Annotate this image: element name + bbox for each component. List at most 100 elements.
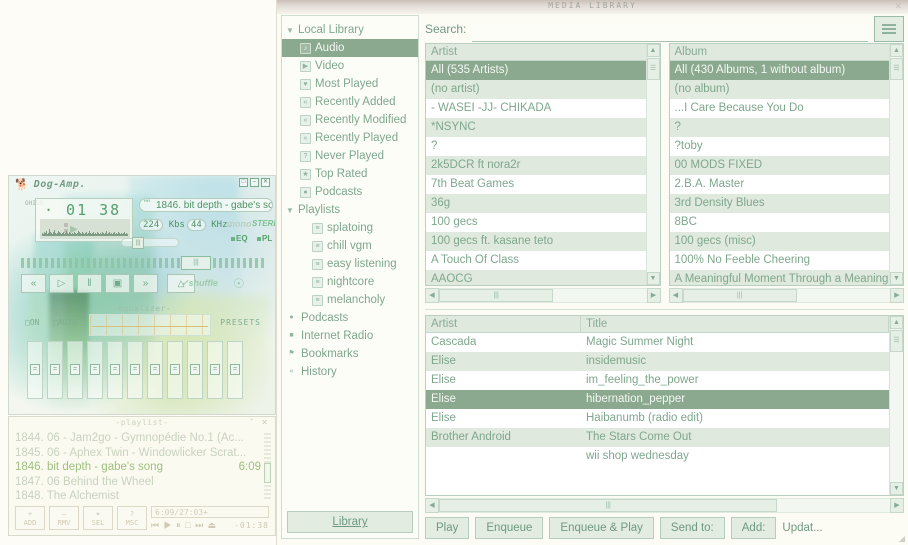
equalizer-band-10[interactable]: = xyxy=(207,341,223,399)
equalizer-band-handle[interactable]: = xyxy=(30,364,40,375)
artist-rows[interactable]: All (535 Artists) (no artist) - WASEI -JJ-… xyxy=(426,61,646,285)
playlist-window[interactable]: -playlist- ˇ ✕ 1844. 06 - Jam2go - Gymno… xyxy=(8,416,276,536)
equalizer-band-handle[interactable]: = xyxy=(130,364,140,375)
artist-row[interactable]: 36g xyxy=(426,194,646,213)
scroll-right-icon[interactable]: ▶ xyxy=(646,288,661,303)
sidebar-item-chill-vgm[interactable]: ≡ chill vgm xyxy=(282,237,418,255)
caret-down-icon[interactable]: ▼ xyxy=(286,206,294,215)
playlist-row[interactable]: 1844. 06 - Jam2go - Gymnopédie No.1 (Ac.… xyxy=(15,431,261,446)
album-horizontal-scrollbar[interactable]: ◀ ||| ▶ xyxy=(668,288,904,303)
library-button[interactable]: Library xyxy=(287,511,413,533)
artist-scrollbar-thumb[interactable]: ☰ xyxy=(646,58,660,80)
album-row[interactable]: 100% No Feeble Cheering xyxy=(670,251,890,270)
equalizer-band-5[interactable]: = xyxy=(107,341,123,399)
enqueue-and-play-button[interactable]: Enqueue & Play xyxy=(549,517,654,539)
album-hscroll-thumb[interactable]: ||| xyxy=(682,289,797,302)
column-header-title[interactable]: Title xyxy=(581,316,889,332)
media-library-window[interactable]: MEDIA LIBRARY ✕ ▼ Local Library ♪ Audio ▶ Vid… xyxy=(276,0,908,545)
seek-position-bar[interactable]: ||| xyxy=(21,256,265,270)
playlist-remove-button[interactable]: – RMV xyxy=(49,506,79,530)
playlist-scrollbar[interactable] xyxy=(264,433,271,499)
mini-transport-glyphs[interactable]: ⏮ ▶ ⏸ □ ⏭ ⏏ xyxy=(151,520,217,531)
track-columns-header[interactable]: Artist Title xyxy=(426,316,889,333)
album-row[interactable]: ? xyxy=(669,118,889,137)
artist-row[interactable]: A Touch Of Class xyxy=(426,251,646,270)
album-row[interactable]: 100 gecs (misc) xyxy=(669,232,889,251)
artist-row[interactable]: 100 gecs ft. kasane teto xyxy=(426,232,646,251)
seek-position-thumb[interactable]: ||| xyxy=(181,256,211,270)
sidebar-item-podcasts[interactable]: ● Podcasts xyxy=(282,183,418,201)
artist-row[interactable]: *NSYNC xyxy=(426,118,646,137)
volume-slider[interactable]: ||| xyxy=(121,237,179,249)
player-close-button[interactable]: ✕ xyxy=(261,178,270,187)
sidebar-item-local-library[interactable]: ▼ Local Library xyxy=(282,21,418,39)
equalizer-band-handle[interactable]: = xyxy=(90,364,100,375)
equalizer-band-3[interactable]: = xyxy=(67,341,83,399)
equalizer-band-1[interactable]: = xyxy=(27,341,43,399)
artist-row[interactable]: ? xyxy=(426,137,646,156)
album-rows[interactable]: All (430 Albums, 1 without album) (no alb… xyxy=(669,61,890,285)
equalizer-band-7[interactable]: = xyxy=(147,341,163,399)
sidebar-item-easy-listening[interactable]: ≡ easy listening xyxy=(282,255,418,273)
album-row[interactable]: (no album) xyxy=(669,80,889,99)
scroll-down-icon[interactable]: ▼ xyxy=(890,482,903,495)
equalizer-band-4[interactable]: = xyxy=(87,341,103,399)
media-library-titlebar[interactable]: MEDIA LIBRARY ✕ xyxy=(277,0,908,14)
artist-row[interactable]: AAOCG xyxy=(426,270,646,285)
album-column-header[interactable]: Album xyxy=(669,44,889,61)
scroll-up-icon[interactable]: ▲ xyxy=(890,44,903,57)
media-library-sidebar[interactable]: ▼ Local Library ♪ Audio ▶ Video ♥ Most Played « R… xyxy=(281,15,419,539)
repeat-icon[interactable]: ☉ xyxy=(233,276,245,292)
caret-down-icon[interactable]: ▼ xyxy=(286,26,294,35)
scroll-left-icon[interactable]: ◀ xyxy=(425,498,439,513)
stop-button[interactable]: ▣ xyxy=(105,274,130,293)
transport-controls[interactable]: « ▷ ‖ ▣ » △ xyxy=(21,274,195,293)
enqueue-button[interactable]: Enqueue xyxy=(475,517,544,539)
equalizer-band-handle[interactable]: = xyxy=(70,364,80,375)
player-minimize-button[interactable]: – xyxy=(250,178,259,187)
equalizer-band-handle[interactable]: = xyxy=(230,364,240,375)
artist-row[interactable]: 2k5DCR ft nora2r xyxy=(426,156,646,175)
play-button[interactable]: Play xyxy=(425,517,470,539)
sidebar-item-recently-modified[interactable]: « Recently Modified xyxy=(282,111,418,129)
album-vertical-scrollbar[interactable]: ▲ ☰ ▼ xyxy=(889,44,903,285)
sidebar-item-bookmarks[interactable]: ⚑ Bookmarks xyxy=(282,345,418,363)
track-rows[interactable]: Cascada Magic Summer Night Elise insidemusi… xyxy=(426,333,889,466)
scroll-left-icon[interactable]: ◀ xyxy=(668,288,683,303)
equalizer-band-2[interactable]: = xyxy=(47,341,63,399)
play-button[interactable]: ▷ xyxy=(49,274,74,293)
album-row[interactable]: A Meaningful Moment Through a Meaning xyxy=(669,270,889,285)
equalizer-band-11[interactable]: = xyxy=(227,341,243,399)
scroll-down-icon[interactable]: ▼ xyxy=(646,272,660,285)
update-label[interactable]: Updat... xyxy=(782,522,822,534)
equalizer-band-9[interactable]: = xyxy=(187,341,203,399)
equalizer-auto-toggle[interactable]: □AUTO xyxy=(53,318,77,327)
sidebar-item-history[interactable]: « History xyxy=(282,363,418,381)
equalizer-band-handle[interactable]: = xyxy=(210,364,220,375)
equalizer-on-toggle[interactable]: □ON xyxy=(25,318,39,327)
table-row[interactable]: Cascada Magic Summer Night xyxy=(426,333,889,352)
album-hscroll-track[interactable]: ||| xyxy=(682,288,890,303)
album-row[interactable]: 00 MODS FIXED xyxy=(669,156,889,175)
track-hscroll-thumb[interactable]: ||| xyxy=(439,499,778,512)
album-row[interactable]: 2.B.A. Master xyxy=(670,175,890,194)
equalizer-band-6[interactable]: = xyxy=(127,341,143,399)
playlist-row[interactable]: 1845. 06 - Aphex Twin - Windowlicker Scr… xyxy=(15,446,261,461)
column-header-artist[interactable]: Artist xyxy=(426,316,581,332)
resize-grip-icon[interactable]: ◢ xyxy=(899,534,905,543)
playlist-add-button[interactable]: + ADD xyxy=(15,506,45,530)
sidebar-item-splatoing[interactable]: ≡ splatoing xyxy=(282,219,418,237)
sidebar-item-video[interactable]: ▶ Video xyxy=(282,57,418,75)
player-window-buttons[interactable]: □ – ✕ xyxy=(239,178,270,187)
scroll-right-icon[interactable]: ▶ xyxy=(890,498,904,513)
sidebar-item-nightcore[interactable]: ≡ nightcore xyxy=(282,273,418,291)
playlist-row[interactable]: 1848. The Alchemist xyxy=(15,489,261,504)
sidebar-item-melancholy[interactable]: ≡ melancholy xyxy=(282,291,418,309)
equalizer-band-handle[interactable]: = xyxy=(110,364,120,375)
table-row[interactable]: Elise im_feeling_the_power xyxy=(426,371,889,390)
track-horizontal-scrollbar[interactable]: ◀ ||| ▶ xyxy=(425,498,904,513)
sidebar-item-internet-radio[interactable]: ■ Internet Radio xyxy=(282,327,418,345)
artist-row[interactable]: (no artist) xyxy=(426,80,646,99)
table-row[interactable]: Elise hibernation_pepper xyxy=(426,390,889,409)
artist-hscroll-thumb[interactable]: ||| xyxy=(439,289,554,302)
